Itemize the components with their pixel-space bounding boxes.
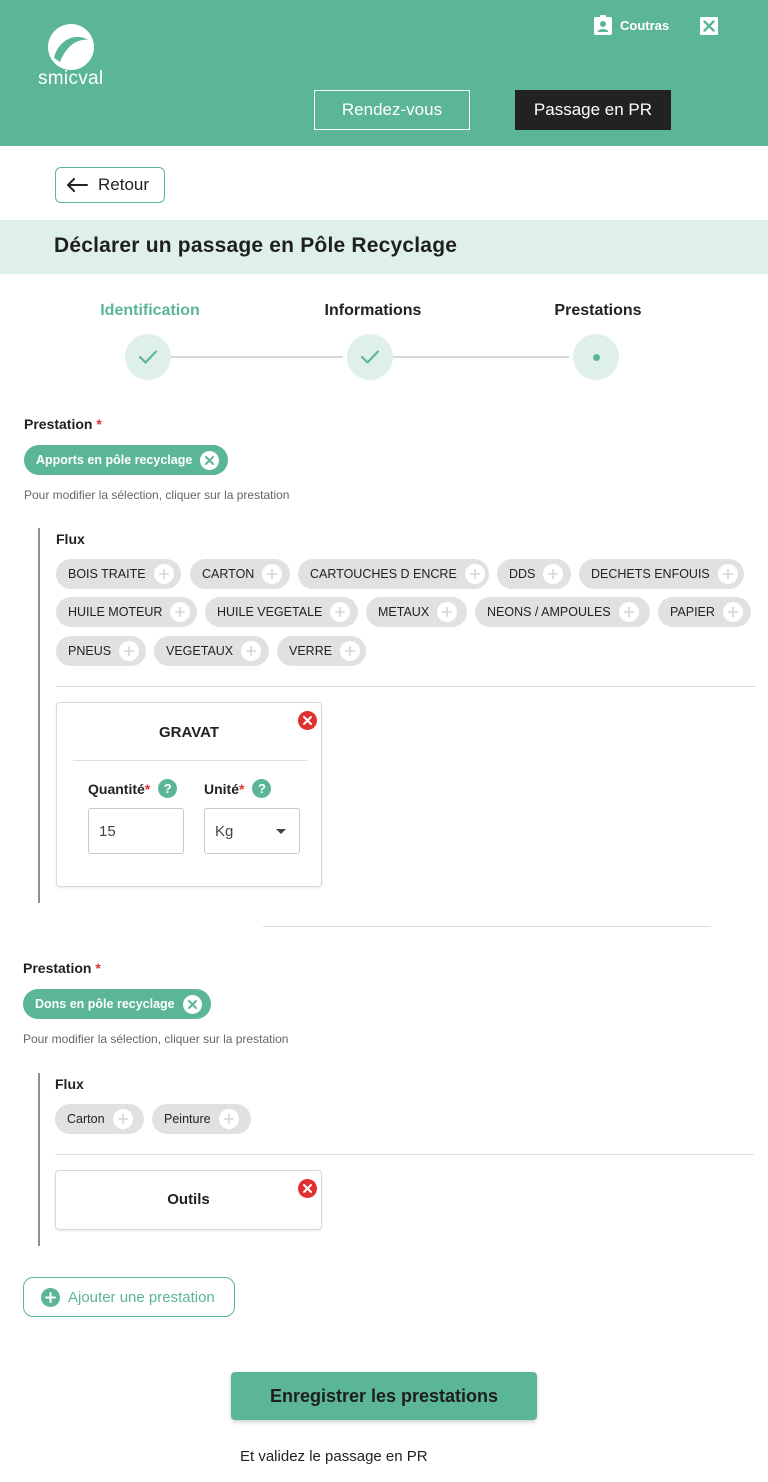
flux-chip[interactable]: BOIS TRAITE [56, 559, 181, 589]
card-divider [73, 760, 307, 761]
plus-circle-icon [41, 1287, 60, 1307]
current-step-dot [592, 353, 600, 361]
remove-prestation-icon[interactable] [200, 450, 220, 470]
logout-close-icon[interactable] [700, 17, 718, 35]
plus-icon [437, 602, 458, 622]
user-menu[interactable]: Coutras [594, 15, 669, 35]
flux-chip[interactable]: PAPIER [658, 597, 751, 627]
remove-prestation-icon[interactable] [182, 994, 202, 1014]
flux-chip[interactable]: Carton [55, 1104, 144, 1134]
step-connector [393, 356, 569, 358]
flux-card-title: GRAVAT [159, 724, 219, 741]
nav-rendezvous-button[interactable]: Rendez-vous [314, 90, 470, 130]
page-title: Déclarer un passage en Pôle Recyclage [54, 234, 458, 257]
prestation-chip-label: Apports en pôle recyclage [36, 453, 193, 467]
step-connector [171, 356, 343, 358]
step-label-prestations: Prestations [554, 302, 642, 319]
step-prestations [573, 334, 619, 380]
flux-label: Flux [56, 531, 85, 547]
prestation-chip-apports[interactable]: Apports en pôle recyclage [24, 445, 228, 475]
arrow-left-icon [67, 178, 88, 192]
flux-chip[interactable]: CARTON [190, 559, 290, 589]
remove-flux-icon[interactable] [298, 711, 317, 730]
back-button[interactable]: Retour [55, 167, 165, 203]
flux-chip[interactable]: VEGETAUX [154, 636, 269, 666]
step-informations[interactable] [347, 334, 393, 380]
flux-chip[interactable]: HUILE MOTEUR [56, 597, 197, 627]
prestation-chip-label: Dons en pôle recyclage [35, 997, 175, 1011]
back-label: Retour [98, 175, 150, 194]
unit-select-value: Kg [215, 822, 234, 840]
flux-chip[interactable]: VERRE [277, 636, 366, 666]
step-label-identification: Identification [100, 302, 200, 319]
plus-icon [170, 602, 191, 622]
step-label-informations: Informations [324, 302, 422, 319]
prestation-hint: Pour modifier la sélection, cliquer sur … [24, 488, 290, 502]
section-divider [263, 926, 711, 927]
remove-flux-icon[interactable] [298, 1179, 317, 1198]
flux-chip[interactable]: DECHETS ENFOUIS [579, 559, 744, 589]
smicval-logo-icon[interactable] [48, 24, 94, 70]
divider [55, 1154, 754, 1155]
flux-chip[interactable]: HUILE VEGETALE [205, 597, 358, 627]
quantity-input[interactable]: 15 [88, 808, 184, 854]
quantity-label: Quantité * ? [88, 779, 178, 798]
footer-note: Et validez le passage en PR [240, 1448, 428, 1465]
plus-icon [330, 602, 351, 622]
add-prestation-label: Ajouter une prestation [68, 1288, 215, 1306]
help-icon[interactable]: ? [158, 779, 178, 798]
check-icon [138, 350, 158, 364]
section-indent-bar [38, 528, 40, 903]
flux-card-outils: Outils [55, 1170, 322, 1230]
plus-icon [241, 641, 262, 661]
nav-passage-pr-button[interactable]: Passage en PR [515, 90, 671, 130]
user-name: Coutras [620, 17, 670, 33]
unit-label: Unité * ? [204, 779, 272, 798]
prestation-hint: Pour modifier la sélection, cliquer sur … [23, 1032, 289, 1046]
logo-text: smicval [38, 68, 104, 89]
plus-icon [112, 1109, 133, 1129]
help-icon[interactable]: ? [252, 779, 272, 798]
plus-icon [218, 1109, 239, 1129]
plus-icon [722, 602, 743, 622]
divider [56, 686, 756, 687]
flux-chip[interactable]: PNEUS [56, 636, 146, 666]
add-prestation-button[interactable]: Ajouter une prestation [23, 1277, 235, 1317]
flux-chip[interactable]: DDS [497, 559, 571, 589]
app-header: smicval Coutras Rendez-vous Passage en P… [0, 0, 768, 146]
flux-chip[interactable]: NEONS / AMPOULES [475, 597, 650, 627]
flux-chip[interactable]: Peinture [152, 1104, 251, 1134]
plus-icon [119, 641, 140, 661]
plus-icon [464, 564, 485, 584]
plus-icon [340, 641, 361, 661]
user-badge-icon [594, 15, 612, 35]
plus-icon [153, 564, 174, 584]
flux-card-title: Outils [167, 1191, 210, 1208]
flux-card-gravat: GRAVAT Quantité * ? Unité * ? 15 Kg [56, 702, 322, 887]
prestation-label: Prestation * [23, 960, 101, 976]
step-identification[interactable] [125, 334, 171, 380]
prestation-label: Prestation * [24, 416, 102, 432]
flux-label: Flux [55, 1076, 84, 1092]
prestation-chip-dons[interactable]: Dons en pôle recyclage [23, 989, 211, 1019]
flux-chip[interactable]: METAUX [366, 597, 467, 627]
unit-select[interactable]: Kg [204, 808, 300, 854]
flux-chip[interactable]: CARTOUCHES D ENCRE [298, 559, 489, 589]
plus-icon [262, 564, 283, 584]
plus-icon [717, 564, 738, 584]
check-icon [360, 350, 380, 364]
section-indent-bar [38, 1073, 40, 1246]
save-prestations-button[interactable]: Enregistrer les prestations [231, 1372, 537, 1420]
plus-icon [618, 602, 639, 622]
caret-down-icon [276, 829, 286, 834]
plus-icon [543, 564, 564, 584]
